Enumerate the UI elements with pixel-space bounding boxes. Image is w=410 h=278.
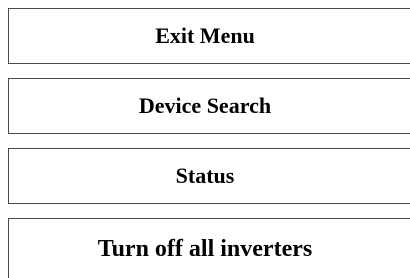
device-search-label: Device Search: [138, 93, 272, 118]
exit-menu-button[interactable]: Exit Menu: [8, 8, 410, 64]
turn-off-all-inverters-label: Turn off all inverters: [97, 235, 313, 262]
exit-menu-label: Exit Menu: [155, 23, 255, 48]
device-search-button[interactable]: Device Search: [8, 78, 410, 134]
status-label: Status: [175, 163, 235, 188]
turn-off-all-inverters-button[interactable]: Turn off all inverters: [8, 218, 410, 278]
menu-list: Exit Menu Device Search Status Turn off …: [0, 0, 410, 278]
status-button[interactable]: Status: [8, 148, 410, 204]
